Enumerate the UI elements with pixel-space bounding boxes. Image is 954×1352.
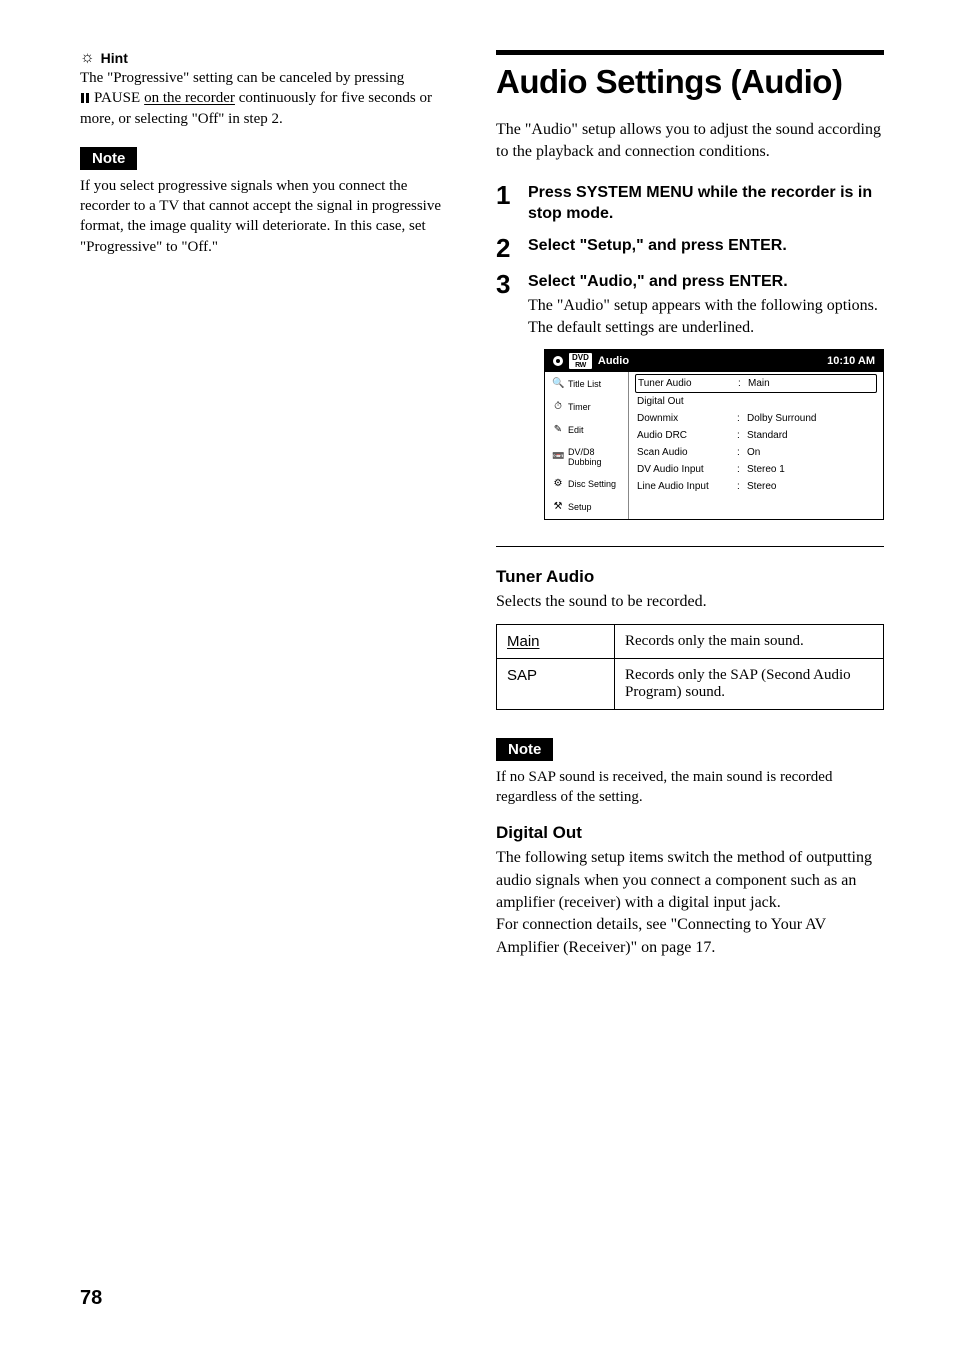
- section-divider: [496, 546, 884, 547]
- osd-sidebar-label: Setup: [568, 502, 592, 512]
- disc-icon: [553, 356, 563, 366]
- osd-row-key: Audio DRC: [637, 430, 737, 441]
- osd-row: Audio DRC:Standard: [635, 427, 877, 444]
- note-badge: Note: [80, 147, 137, 170]
- option-desc: Records only the SAP (Second Audio Progr…: [615, 658, 884, 709]
- osd-panel: DVD RW Audio 10:10 AM 🔍 Title List ⏱ Timer ✎…: [544, 349, 884, 520]
- tuner-audio-head: Tuner Audio: [496, 567, 884, 587]
- osd-title: Audio: [598, 355, 629, 367]
- osd-row-key: DV Audio Input: [637, 464, 737, 475]
- osd-row: Downmix:Dolby Surround: [635, 410, 877, 427]
- osd-sidebar-item: ✎ Edit: [547, 419, 626, 441]
- step-body: The "Audio" setup appears with the follo…: [528, 295, 884, 340]
- osd-sidebar-label: Edit: [568, 425, 584, 435]
- osd-sidebar-icon: ⏱: [552, 401, 564, 413]
- table-row: SAPRecords only the SAP (Second Audio Pr…: [497, 658, 884, 709]
- pause-icon: [80, 93, 90, 103]
- osd-sidebar-icon: ✎: [552, 424, 564, 436]
- page-number: 78: [80, 1287, 102, 1310]
- osd-row-value: Stereo 1: [747, 464, 875, 475]
- hint-text-a: The "Progressive" setting can be cancele…: [80, 70, 404, 86]
- osd-row-key: Downmix: [637, 413, 737, 424]
- osd-row-sep: :: [737, 430, 747, 441]
- osd-sidebar-icon: 🔍: [552, 378, 564, 390]
- table-row: MainRecords only the main sound.: [497, 624, 884, 658]
- osd-sidebar-icon: ⚒: [552, 501, 564, 513]
- osd-sidebar: 🔍 Title List ⏱ Timer ✎ Edit 📼 DV/D8 Dubbing ⚙ Dis…: [545, 372, 629, 519]
- option-key: Main: [497, 624, 615, 658]
- step-number: 1: [496, 182, 514, 208]
- osd-row: DV Audio Input:Stereo 1: [635, 461, 877, 478]
- osd-sidebar-item: 📼 DV/D8 Dubbing: [547, 442, 626, 472]
- digital-out-body: The following setup items switch the met…: [496, 847, 884, 959]
- hint-text-pause: PAUSE: [94, 88, 140, 108]
- osd-sidebar-label: Disc Setting: [568, 479, 616, 489]
- step: 1 Press SYSTEM MENU while the recorder is…: [496, 182, 884, 225]
- osd-row-sep: :: [737, 481, 747, 492]
- osd-row-value: Stereo: [747, 481, 875, 492]
- osd-row-sep: :: [738, 378, 748, 389]
- osd-header: DVD RW Audio 10:10 AM: [545, 350, 883, 372]
- page-title: Audio Settings (Audio): [496, 50, 884, 101]
- option-desc: Records only the main sound.: [615, 624, 884, 658]
- osd-main: Tuner Audio:MainDigital OutDownmix:Dolby…: [629, 372, 883, 519]
- note-badge-2: Note: [496, 738, 553, 761]
- osd-row-key: Digital Out: [637, 396, 737, 407]
- osd-row-value: Standard: [747, 430, 875, 441]
- dvd-badge-top: DVD: [572, 353, 589, 362]
- step-head: Select "Setup," and press ENTER.: [528, 235, 884, 257]
- osd-sidebar-label: Title List: [568, 379, 601, 389]
- osd-row: Scan Audio:On: [635, 444, 877, 461]
- osd-row-key: Scan Audio: [637, 447, 737, 458]
- dvd-rw-badge: DVD RW: [569, 353, 592, 369]
- step-number: 2: [496, 235, 514, 261]
- osd-row-sep: :: [737, 413, 747, 424]
- osd-sidebar-label: Timer: [568, 402, 591, 412]
- osd-row: Line Audio Input:Stereo: [635, 478, 877, 495]
- step-head: Press SYSTEM MENU while the recorder is …: [528, 182, 884, 225]
- osd-sidebar-label: DV/D8 Dubbing: [568, 447, 621, 467]
- osd-row-value: On: [747, 447, 875, 458]
- hint-icon: ☼: [80, 50, 95, 66]
- step-head: Select "Audio," and press ENTER.: [528, 271, 884, 293]
- osd-sidebar-icon: ⚙: [552, 478, 564, 490]
- osd-sidebar-item: 🔍 Title List: [547, 373, 626, 395]
- osd-row-sep: :: [737, 464, 747, 475]
- hint-text-underlined: on the recorder: [144, 88, 235, 108]
- osd-row-value: Main: [748, 378, 874, 389]
- step: 2 Select "Setup," and press ENTER.: [496, 235, 884, 261]
- intro-text: The "Audio" setup allows you to adjust t…: [496, 119, 884, 164]
- step: 3 Select "Audio," and press ENTER.The "Au…: [496, 271, 884, 339]
- osd-sidebar-item: ⚒ Setup: [547, 496, 626, 518]
- tuner-audio-table: MainRecords only the main sound.SAPRecor…: [496, 624, 884, 710]
- dvd-badge-bottom: RW: [572, 362, 589, 369]
- osd-sidebar-item: ⚙ Disc Setting: [547, 473, 626, 495]
- tuner-audio-body: Selects the sound to be recorded.: [496, 591, 884, 613]
- osd-sidebar-item: ⏱ Timer: [547, 396, 626, 418]
- note-body: If you select progressive signals when y…: [80, 176, 460, 257]
- osd-row-key: Line Audio Input: [637, 481, 737, 492]
- option-key: SAP: [497, 658, 615, 709]
- note-body-2: If no SAP sound is received, the main so…: [496, 767, 884, 808]
- osd-row-sep: :: [737, 447, 747, 458]
- osd-row: Digital Out: [635, 393, 877, 410]
- osd-row: Tuner Audio:Main: [635, 374, 877, 393]
- osd-clock: 10:10 AM: [827, 355, 875, 367]
- hint-label: Hint: [101, 50, 128, 66]
- osd-sidebar-icon: 📼: [552, 451, 564, 463]
- hint-body: The "Progressive" setting can be cancele…: [80, 68, 460, 129]
- step-number: 3: [496, 271, 514, 297]
- osd-row-value: Dolby Surround: [747, 413, 875, 424]
- osd-row-key: Tuner Audio: [638, 378, 738, 389]
- digital-out-head: Digital Out: [496, 823, 884, 843]
